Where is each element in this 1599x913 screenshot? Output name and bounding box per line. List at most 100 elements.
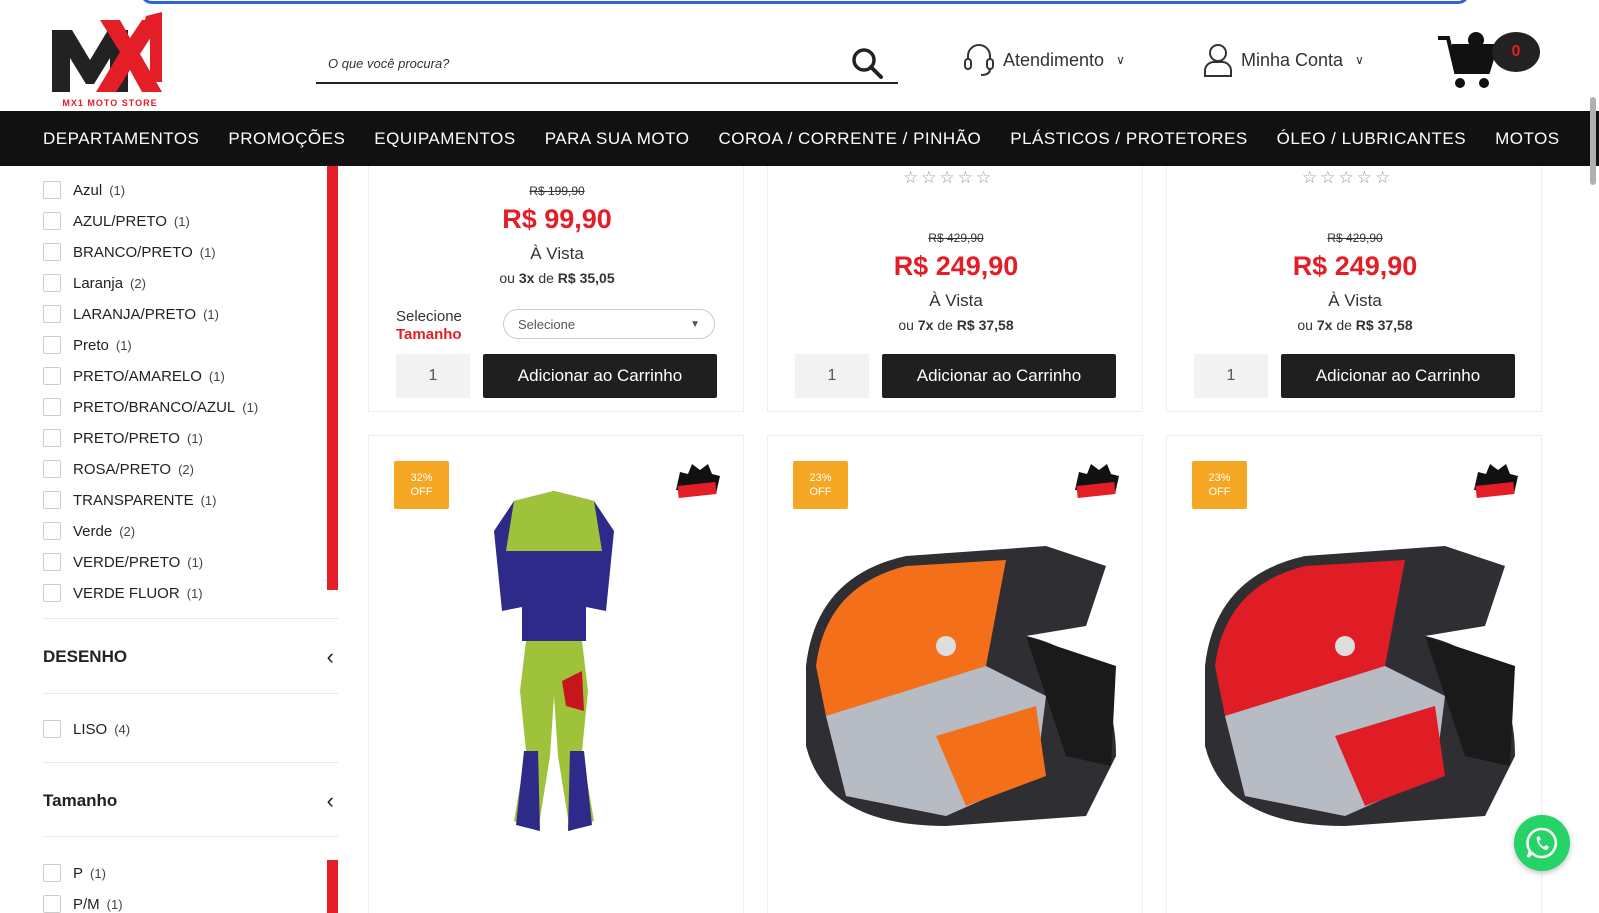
product-price: R$ 99,90 (502, 204, 612, 234)
installment-count: 7x (917, 317, 934, 333)
nav-item-promocoes[interactable]: PROMOÇÕES (228, 129, 345, 149)
search-input[interactable] (328, 50, 828, 76)
discount-percent: 32% (410, 472, 433, 484)
size-select[interactable]: Selecione ▼ (503, 309, 715, 339)
checkbox[interactable] (43, 491, 61, 509)
section-title: Tamanho (43, 791, 118, 810)
product-price: R$ 249,90 (893, 251, 1019, 281)
installment-de: de (538, 270, 554, 286)
product-card: ☆☆☆☆☆ R$ 429,90 R$ 249,90 À Vista ou 7x … (767, 166, 1143, 412)
product-card[interactable]: 23% OFF (1166, 435, 1542, 913)
discount-percent: 23% (809, 472, 832, 484)
logo-mark-icon (52, 12, 162, 92)
checkbox[interactable] (43, 522, 61, 540)
filter-option[interactable]: Azul (1) (43, 179, 125, 201)
nav-item-plasticos-protetores[interactable]: PLÁSTICOS / PROTETORES (1010, 129, 1247, 149)
filter-option[interactable]: Laranja (2) (43, 272, 146, 294)
divider (43, 618, 338, 619)
filter-option[interactable]: AZUL/PRETO (1) (43, 210, 190, 232)
quantity-input[interactable] (396, 354, 470, 398)
checkbox[interactable] (43, 367, 61, 385)
checkbox[interactable] (43, 429, 61, 447)
filter-option[interactable]: VERDE FLUOR (1) (43, 582, 203, 604)
motocross-kit-image[interactable] (474, 491, 634, 836)
add-to-cart-button[interactable]: Adicionar ao Carrinho (1281, 354, 1515, 398)
red-helmet-image[interactable] (1185, 516, 1525, 836)
filter-label: Azul (73, 181, 103, 199)
filter-scrollbar[interactable] (327, 166, 338, 590)
checkbox[interactable] (43, 305, 61, 323)
filter-option[interactable]: Verde (2) (43, 520, 135, 542)
divider (43, 693, 338, 694)
filter-option[interactable]: BRANCO/PRETO (1) (43, 241, 216, 263)
checkbox[interactable] (43, 895, 61, 913)
nav-item-motos[interactable]: MOTOS (1495, 129, 1560, 149)
checkbox[interactable] (43, 398, 61, 416)
quantity-input[interactable] (1194, 354, 1268, 398)
select-label: Selecione (396, 308, 462, 325)
filter-option[interactable]: Preto (1) (43, 334, 132, 356)
nav-item-equipamentos[interactable]: EQUIPAMENTOS (374, 129, 515, 149)
filter-scrollbar[interactable] (327, 860, 338, 913)
checkbox[interactable] (43, 720, 61, 738)
checkbox[interactable] (43, 460, 61, 478)
filter-count: (2) (119, 523, 136, 539)
rating-stars[interactable]: ☆☆☆☆☆ (903, 168, 994, 188)
checkbox[interactable] (43, 181, 61, 199)
account-menu[interactable]: Minha Conta ∨ (1203, 42, 1364, 78)
checkbox[interactable] (43, 864, 61, 882)
checkbox[interactable] (43, 243, 61, 261)
add-to-cart-button[interactable]: Adicionar ao Carrinho (483, 354, 717, 398)
orange-helmet-image[interactable] (786, 516, 1126, 836)
installment-value: R$ 35,05 (557, 270, 615, 286)
nav-item-departamentos[interactable]: DEPARTAMENTOS (43, 129, 199, 149)
tamanho-filter-header[interactable]: Tamanho ‹ (43, 786, 338, 816)
divider (43, 836, 338, 837)
nav-item-coroa-corrente-pinhao[interactable]: COROA / CORRENTE / PINHÃO (718, 129, 981, 149)
rating-stars[interactable]: ☆☆☆☆☆ (1302, 168, 1393, 188)
filter-label: LISO (73, 720, 108, 738)
checkbox[interactable] (43, 274, 61, 292)
product-card[interactable]: 23% OFF (767, 435, 1143, 913)
atendimento-label: Atendimento (1003, 49, 1105, 70)
filter-count: (1) (186, 585, 203, 601)
page-scrollbar[interactable] (1590, 97, 1596, 185)
filter-option[interactable]: ROSA/PRETO (2) (43, 458, 194, 480)
installment-info: ou 7x de R$ 37,58 (768, 317, 1144, 333)
filter-option[interactable]: TRANSPARENTE (1) (43, 489, 216, 511)
nav-item-oleo-lubricantes[interactable]: ÓLEO / LUBRICANTES (1277, 129, 1466, 149)
search-icon[interactable] (850, 46, 884, 80)
payment-label: À Vista (1328, 291, 1382, 310)
header-accent-line (140, 0, 1470, 4)
add-to-cart-button[interactable]: Adicionar ao Carrinho (882, 354, 1116, 398)
quantity-input[interactable] (795, 354, 869, 398)
divider (43, 762, 338, 763)
filter-option[interactable]: PRETO/BRANCO/AZUL (1) (43, 396, 258, 418)
filter-option[interactable]: LARANJA/PRETO (1) (43, 303, 219, 325)
filter-option[interactable]: LISO (4) (43, 718, 130, 740)
filter-option[interactable]: PRETO/AMARELO (1) (43, 365, 225, 387)
discount-badge: 23% OFF (1192, 461, 1247, 509)
filter-count: (1) (109, 182, 126, 198)
old-price: R$ 199,90 (529, 184, 585, 198)
filter-option[interactable]: PRETO/PRETO (1) (43, 427, 203, 449)
filter-count: (2) (178, 461, 194, 477)
installment-count: 7x (1316, 317, 1333, 333)
checkbox[interactable] (43, 584, 61, 602)
store-logo[interactable]: MX1 MOTO STORE (50, 12, 170, 108)
filter-option[interactable]: VERDE/PRETO (1) (43, 551, 203, 573)
checkbox[interactable] (43, 336, 61, 354)
filter-count: (4) (114, 721, 131, 737)
product-card[interactable]: 32% OFF (368, 435, 744, 913)
discount-off: OFF (410, 486, 433, 498)
filter-option[interactable]: P/M (1) (43, 893, 123, 913)
cart-icon (1438, 32, 1499, 88)
atendimento-menu[interactable]: Atendimento ∨ (963, 42, 1125, 78)
caret-down-icon: ▼ (690, 318, 700, 330)
nav-item-para-sua-moto[interactable]: PARA SUA MOTO (545, 129, 690, 149)
whatsapp-button[interactable] (1514, 815, 1570, 871)
desenho-filter-header[interactable]: DESENHO ‹ (43, 642, 338, 672)
filter-option[interactable]: P (1) (43, 862, 106, 884)
checkbox[interactable] (43, 212, 61, 230)
checkbox[interactable] (43, 553, 61, 571)
